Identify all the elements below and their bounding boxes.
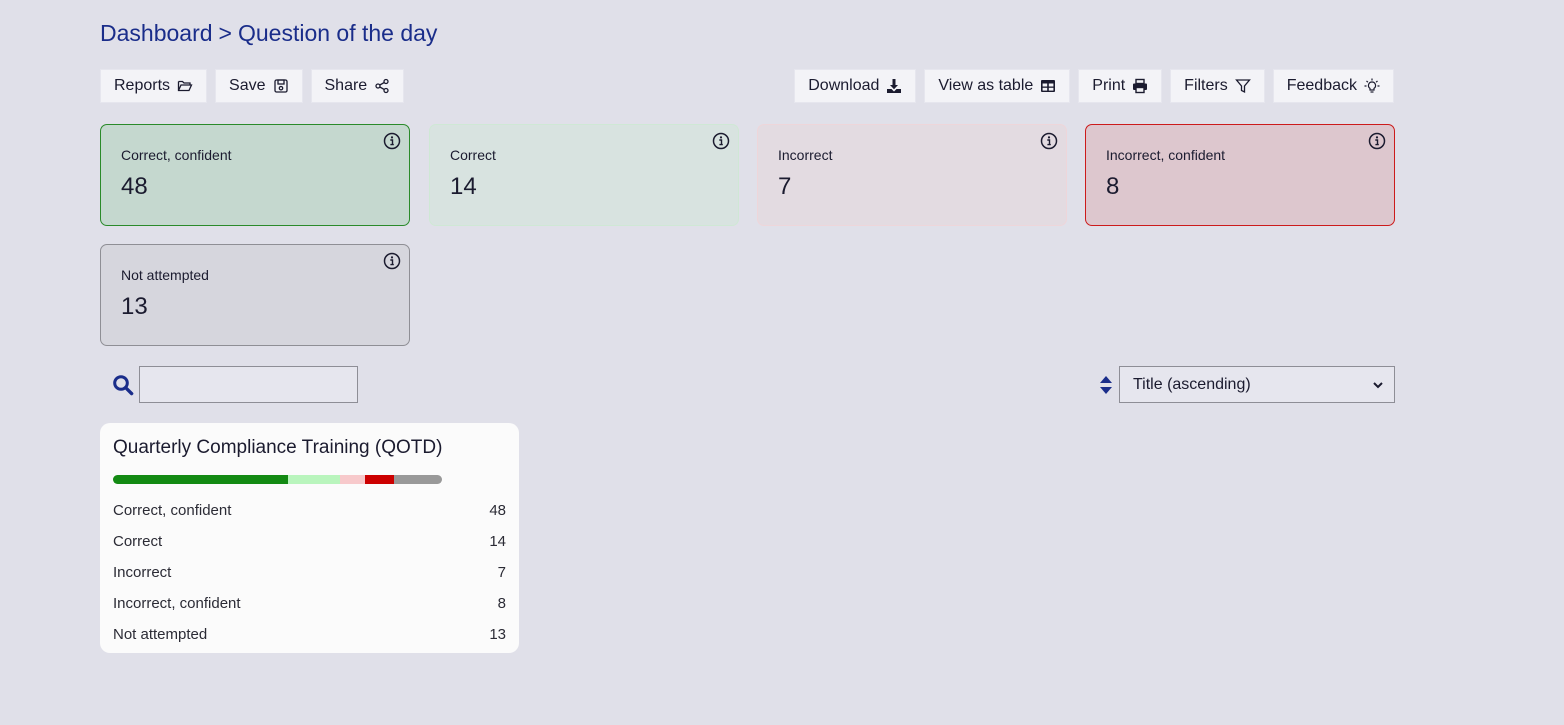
feedback-label: Feedback — [1286, 77, 1357, 94]
bar-segment — [339, 475, 366, 484]
card-correct-confident[interactable]: Correct, confident 48 — [100, 124, 410, 226]
card-label: Correct — [450, 147, 496, 163]
breadcrumb-dashboard-link[interactable]: Dashboard — [100, 20, 213, 47]
bar-segment — [288, 475, 340, 484]
share-label: Share — [324, 77, 368, 94]
share-nodes-icon — [375, 78, 389, 94]
card-label: Not attempted — [121, 267, 209, 283]
card-value: 48 — [121, 173, 148, 200]
info-icon[interactable] — [383, 132, 401, 150]
chevron-down-icon — [1373, 381, 1383, 388]
list-item-value: 48 — [489, 502, 506, 519]
panel-title: Quarterly Compliance Training (QOTD) — [113, 437, 443, 458]
table-icon — [1041, 80, 1056, 92]
toolbar-left: Reports Save Share — [100, 69, 405, 103]
search-icon[interactable] — [112, 374, 134, 396]
list-item-value: 13 — [489, 626, 506, 643]
view-as-table-button[interactable]: View as table — [924, 69, 1071, 103]
bar-segment — [365, 475, 395, 484]
list-item: Correct 14 — [113, 526, 506, 557]
card-value: 14 — [450, 173, 477, 200]
info-icon[interactable] — [712, 132, 730, 150]
card-label: Incorrect — [778, 147, 833, 163]
list-item-value: 8 — [497, 595, 506, 612]
sort-selected-value: Title (ascending) — [1133, 375, 1251, 393]
card-value: 13 — [121, 293, 148, 320]
card-incorrect-confident[interactable]: Incorrect, confident 8 — [1085, 124, 1395, 226]
breadcrumb: Dashboard > Question of the day — [100, 20, 437, 47]
filters-label: Filters — [1184, 77, 1228, 94]
feedback-button[interactable]: Feedback — [1272, 69, 1394, 103]
folder-open-icon — [177, 80, 193, 92]
card-label: Correct, confident — [121, 147, 232, 163]
list-item-label: Incorrect — [113, 564, 172, 581]
info-icon[interactable] — [1040, 132, 1058, 150]
list-item-label: Incorrect, confident — [113, 595, 241, 612]
result-list: Correct, confident 48 Correct 14 Incorre… — [113, 495, 506, 650]
download-icon — [887, 79, 902, 93]
list-item-label: Correct — [113, 533, 163, 550]
info-icon[interactable] — [383, 252, 401, 270]
save-label: Save — [229, 77, 266, 94]
reports-label: Reports — [114, 77, 171, 94]
card-value: 7 — [778, 173, 792, 200]
list-item-label: Correct, confident — [113, 502, 232, 519]
bar-segment — [113, 475, 289, 484]
list-item: Incorrect, confident 8 — [113, 588, 506, 619]
printer-icon — [1133, 78, 1148, 94]
sort-icon — [1100, 376, 1112, 394]
download-label: Download — [808, 77, 880, 94]
floppy-disk-icon — [273, 79, 288, 93]
card-incorrect[interactable]: Incorrect 7 — [757, 124, 1067, 226]
print-label: Print — [1092, 77, 1126, 94]
print-button[interactable]: Print — [1078, 69, 1163, 103]
card-not-attempted[interactable]: Not attempted 13 — [100, 244, 410, 346]
list-item: Incorrect 7 — [113, 557, 506, 588]
lightbulb-icon — [1364, 78, 1380, 93]
view-as-table-label: View as table — [938, 77, 1034, 94]
card-value: 8 — [1106, 173, 1120, 200]
card-correct[interactable]: Correct 14 — [429, 124, 739, 226]
save-button[interactable]: Save — [215, 69, 303, 103]
breadcrumb-separator: > — [218, 20, 232, 46]
funnel-icon — [1234, 79, 1251, 94]
card-label: Incorrect, confident — [1106, 147, 1226, 163]
bar-segment — [394, 475, 442, 484]
search-input[interactable] — [139, 366, 358, 403]
share-button[interactable]: Share — [310, 69, 405, 103]
list-item-value: 7 — [497, 564, 506, 581]
toolbar-right: Download View as table Print Filters Fee… — [794, 69, 1394, 103]
result-panel[interactable]: Quarterly Compliance Training (QOTD) Cor… — [100, 423, 519, 653]
list-item-value: 14 — [489, 533, 506, 550]
filters-button[interactable]: Filters — [1170, 69, 1265, 103]
reports-button[interactable]: Reports — [100, 69, 208, 103]
download-button[interactable]: Download — [794, 69, 917, 103]
info-icon[interactable] — [1368, 132, 1386, 150]
list-item: Not attempted 13 — [113, 619, 506, 650]
list-item: Correct, confident 48 — [113, 495, 506, 526]
page-title: Question of the day — [237, 20, 438, 46]
stacked-progress-bar — [113, 475, 442, 484]
list-item-label: Not attempted — [113, 626, 208, 643]
sort-select[interactable]: Title (ascending) — [1119, 366, 1395, 403]
